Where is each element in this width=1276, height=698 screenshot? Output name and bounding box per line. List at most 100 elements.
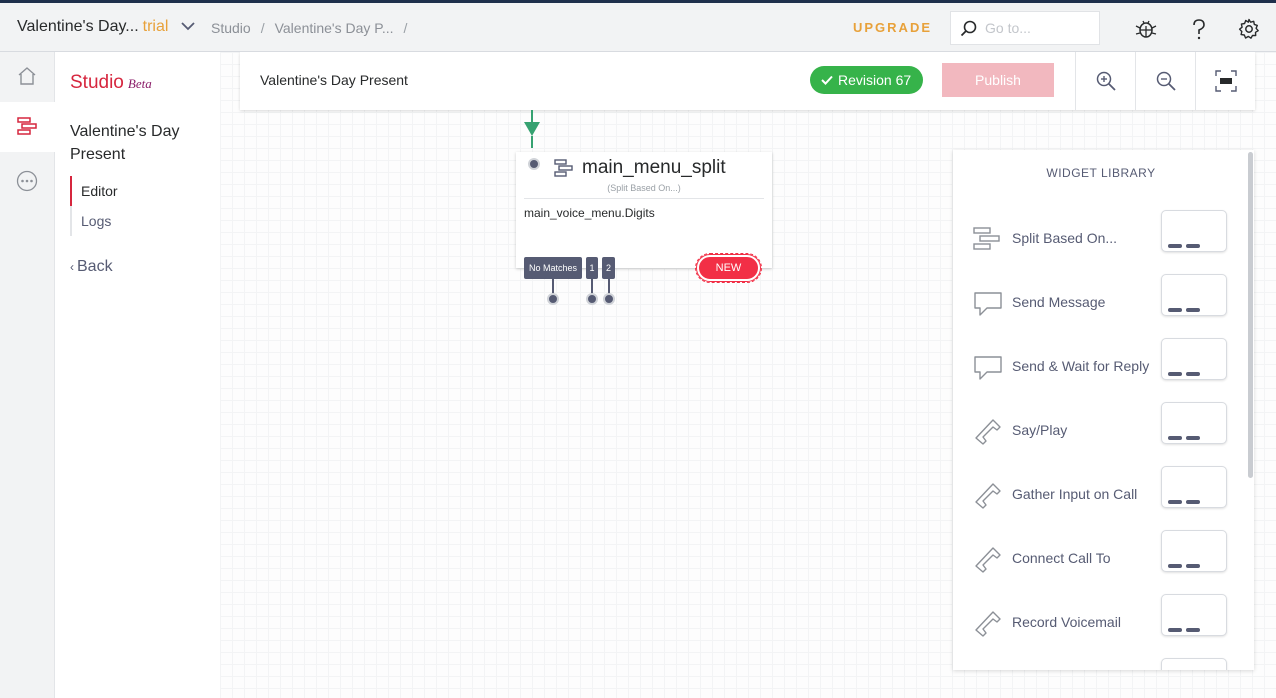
message-icon: [974, 356, 1002, 380]
transition-stem: [608, 279, 610, 294]
widget-label: Gather Input on Call: [1012, 486, 1138, 502]
flow-canvas[interactable]: Valentine's Day Present Revision 67 Publ…: [220, 52, 1276, 698]
widget-partial[interactable]: [953, 658, 1247, 670]
zoom-in-button[interactable]: [1075, 52, 1135, 110]
widget-send-and-wait[interactable]: Send & Wait for Reply: [953, 338, 1247, 402]
widget-label: Send Message: [1012, 294, 1106, 310]
top-bar: Valentine's Day... trial Studio / Valentine…: [0, 0, 1276, 52]
chevron-down-icon[interactable]: [180, 20, 196, 32]
breadcrumb-separator: /: [260, 20, 265, 36]
studio-sidebar: Studio Beta Valentine's Day Present Edito…: [55, 52, 220, 698]
widget-drag-thumb[interactable]: [1161, 338, 1227, 380]
incoming-connection: [531, 136, 533, 148]
transition-stem: [591, 279, 593, 294]
goto-search-input[interactable]: [985, 18, 1091, 38]
flow-name: Valentine's Day Present: [70, 123, 180, 163]
studio-product-title: Studio Beta: [70, 72, 152, 94]
project-switcher[interactable]: Valentine's Day... trial: [17, 18, 168, 36]
goto-search-box[interactable]: [950, 11, 1100, 45]
widget-record-voicemail[interactable]: Record Voicemail: [953, 594, 1247, 658]
widget-split-based-on[interactable]: Split Based On...: [953, 210, 1247, 274]
home-icon: [18, 67, 36, 85]
widget-drag-thumb[interactable]: [1161, 402, 1227, 444]
subnav-editor[interactable]: Editor: [70, 176, 210, 206]
left-nav: [0, 52, 55, 698]
breadcrumb-separator: /: [403, 20, 408, 36]
more-icon: [16, 170, 38, 192]
widget-gather-input[interactable]: Gather Input on Call: [953, 466, 1247, 530]
widget-label: Connect Call To: [1012, 550, 1111, 566]
widget-label: Split Based On...: [1012, 230, 1118, 246]
nav-more[interactable]: [0, 157, 55, 207]
transition-no-matches[interactable]: No Matches: [524, 257, 582, 279]
node-type: (Split Based On...): [607, 183, 681, 193]
phone-icon: [975, 611, 1001, 637]
breadcrumb: Studio / Valentine's Day P... /: [211, 20, 417, 36]
widget-drag-thumb[interactable]: [1161, 594, 1227, 636]
fit-to-screen-button[interactable]: [1195, 52, 1255, 110]
back-label: Back: [77, 258, 113, 275]
widget-drag-thumb[interactable]: [1161, 210, 1227, 252]
split-icon: [973, 227, 1000, 250]
widget-drag-thumb[interactable]: [1161, 530, 1227, 572]
beta-tag: Beta: [127, 76, 152, 91]
subnav-logs[interactable]: Logs: [72, 206, 210, 236]
revision-badge[interactable]: Revision 67: [810, 66, 923, 94]
search-icon: [960, 20, 977, 37]
widget-node[interactable]: main_menu_split (Split Based On...) main…: [516, 152, 772, 268]
nav-home[interactable]: [0, 52, 55, 102]
arrow-head-icon: [524, 122, 540, 136]
trial-badge: trial: [142, 18, 169, 35]
zoom-out-icon: [1156, 71, 1176, 91]
revision-label: Revision 67: [838, 72, 912, 88]
node-name: main_menu_split: [582, 157, 726, 178]
breadcrumb-flow[interactable]: Valentine's Day P...: [275, 20, 394, 36]
widget-drag-thumb[interactable]: [1161, 274, 1227, 316]
split-icon: [554, 159, 573, 177]
upgrade-link[interactable]: UPGRADE: [853, 20, 932, 35]
transition-stem: [552, 279, 554, 294]
transition-port[interactable]: [586, 293, 598, 305]
canvas-header: Valentine's Day Present Revision 67 Publ…: [240, 52, 1255, 110]
transition-port[interactable]: [603, 293, 615, 305]
chevron-left-icon: ‹: [70, 260, 74, 274]
zoom-out-button[interactable]: [1135, 52, 1195, 110]
transition-port[interactable]: [547, 293, 559, 305]
canvas-flow-title: Valentine's Day Present: [260, 72, 408, 88]
widget-say-play[interactable]: Say/Play: [953, 402, 1247, 466]
fit-to-screen-icon: [1215, 70, 1237, 92]
widget-library: WIDGET LIBRARY Split Based On... Send Me…: [953, 150, 1254, 670]
help-icon[interactable]: [1187, 17, 1211, 41]
phone-icon: [975, 483, 1001, 509]
new-transition-button[interactable]: NEW: [695, 253, 762, 283]
widget-label: Record Voicemail: [1012, 614, 1121, 630]
back-link[interactable]: ‹ Back: [70, 258, 113, 276]
widget-library-title: WIDGET LIBRARY: [1046, 166, 1156, 180]
widget-send-message[interactable]: Send Message: [953, 274, 1247, 338]
studio-flow-icon: [17, 117, 37, 135]
checkmark-icon: [821, 75, 833, 85]
transition-2[interactable]: 2: [602, 257, 615, 279]
breadcrumb-studio[interactable]: Studio: [211, 20, 251, 36]
widget-label: Say/Play: [1012, 422, 1068, 438]
library-scrollbar[interactable]: [1248, 152, 1253, 478]
widget-label: Send & Wait for Reply: [1012, 358, 1150, 374]
project-name[interactable]: Valentine's Day...: [17, 18, 139, 35]
publish-button[interactable]: Publish: [942, 63, 1054, 97]
widget-connect-call[interactable]: Connect Call To: [953, 530, 1247, 594]
node-expression: main_voice_menu.Digits: [524, 206, 655, 220]
divider: [524, 198, 764, 199]
product-name: Studio: [70, 72, 124, 93]
zoom-in-icon: [1096, 71, 1116, 91]
settings-icon[interactable]: [1237, 17, 1261, 41]
phone-icon: [975, 547, 1001, 573]
widget-drag-thumb[interactable]: [1161, 658, 1227, 670]
flow-subnav: Editor Logs: [70, 176, 210, 236]
phone-icon: [975, 419, 1001, 445]
widget-drag-thumb[interactable]: [1161, 466, 1227, 508]
bug-icon[interactable]: [1134, 17, 1158, 41]
message-icon: [974, 292, 1002, 316]
node-input-port[interactable]: [528, 158, 540, 170]
transition-1[interactable]: 1: [586, 257, 598, 279]
nav-studio[interactable]: [0, 102, 55, 152]
